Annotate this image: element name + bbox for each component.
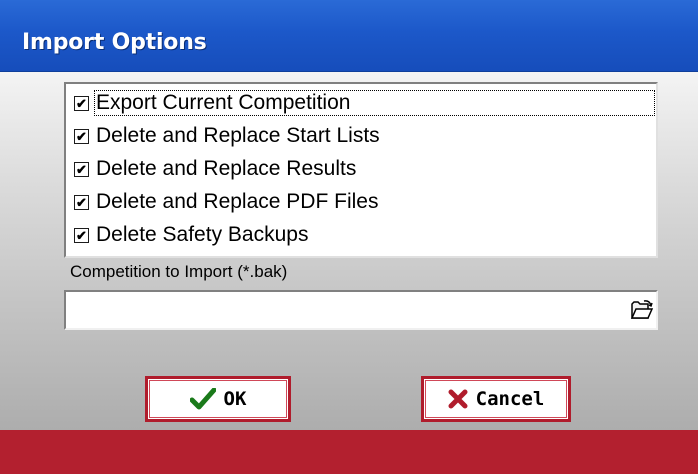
option-export-current-competition[interactable]: ✔ Export Current Competition [70,89,655,117]
cancel-button-label: Cancel [475,388,545,410]
folder-open-icon [630,300,654,319]
option-label: Export Current Competition [94,90,655,116]
option-label: Delete and Replace Results [96,157,357,180]
option-delete-replace-start-lists[interactable]: ✔ Delete and Replace Start Lists [70,122,654,150]
checkbox-delete-replace-start-lists[interactable]: ✔ [74,128,89,144]
browse-button[interactable] [628,296,656,324]
option-delete-replace-results[interactable]: ✔ Delete and Replace Results [70,155,654,183]
checkbox-delete-replace-pdf-files[interactable]: ✔ [74,194,89,210]
import-field-label: Competition to Import (*.bak) [70,262,288,281]
cancel-button[interactable]: Cancel [421,376,571,422]
option-label: Delete Safety Backups [96,223,309,246]
window-title: Import Options [22,30,207,55]
option-delete-safety-backups[interactable]: ✔ Delete Safety Backups [70,221,654,249]
footer-strip [0,430,698,474]
options-list: ✔ Export Current Competition ✔ Delete an… [64,82,658,258]
ok-button-label: OK [223,388,247,410]
ok-button[interactable]: OK [145,376,291,422]
option-label: Delete and Replace Start Lists [96,124,380,147]
checkbox-delete-safety-backups[interactable]: ✔ [74,227,89,243]
title-bar[interactable]: Import Options [0,0,698,72]
x-icon [448,389,468,409]
option-label: Delete and Replace PDF Files [96,190,379,213]
checkbox-export-current-competition[interactable]: ✔ [74,95,89,111]
import-file-input[interactable] [64,290,658,330]
checkbox-delete-replace-results[interactable]: ✔ [74,161,89,177]
option-delete-replace-pdf-files[interactable]: ✔ Delete and Replace PDF Files [70,188,654,216]
checkmark-icon [189,388,216,410]
